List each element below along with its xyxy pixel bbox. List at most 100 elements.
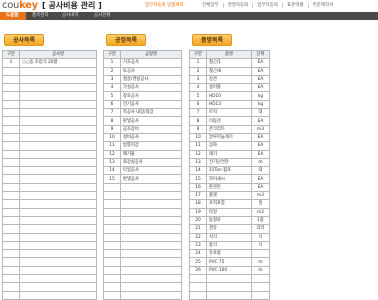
table-cell[interactable]: 앵커볼	[206, 83, 252, 93]
table-row[interactable]: 6 전기공사	[103, 99, 182, 110]
table-cell[interactable]	[2, 74, 20, 85]
table-cell[interactable]	[120, 282, 182, 292]
table-cell[interactable]	[19, 66, 97, 76]
table-cell[interactable]: 유포롱	[206, 249, 252, 259]
table-cell[interactable]	[120, 215, 182, 226]
table-cell[interactable]	[120, 182, 182, 193]
table-cell[interactable]: 1	[189, 58, 207, 68]
table-row[interactable]: 5 창호공사	[103, 91, 182, 101]
table-row[interactable]	[2, 157, 97, 168]
table-row[interactable]: 22 석식 식	[189, 232, 270, 242]
table-cell[interactable]: 25	[189, 257, 207, 267]
table-row[interactable]	[103, 265, 182, 276]
table-cell[interactable]: 동청로	[206, 215, 252, 226]
table-cell[interactable]	[19, 265, 97, 276]
table-cell[interactable]: PVC 75	[206, 257, 252, 267]
table-row[interactable]: 7 목공사 내장/외장	[103, 108, 182, 118]
table-cell[interactable]: 10	[103, 132, 121, 143]
table-cell[interactable]: 8	[103, 116, 121, 126]
table-cell[interactable]	[2, 141, 20, 151]
table-cell[interactable]: ○○동 조립식 20평	[19, 58, 97, 68]
table-cell[interactable]: m	[251, 257, 270, 267]
table-row[interactable]	[2, 66, 97, 76]
table-cell[interactable]	[19, 132, 97, 143]
table-cell[interactable]: 식	[251, 232, 270, 242]
table-cell[interactable]	[206, 290, 252, 300]
table-cell[interactable]	[120, 224, 182, 234]
table-cell[interactable]: 17	[189, 191, 207, 201]
table-row[interactable]: 23 중식 식	[189, 240, 270, 251]
table-row[interactable]: 13 전기난연관 m	[189, 157, 270, 168]
table-row[interactable]: 4 앵커볼 EA	[189, 83, 270, 93]
table-row[interactable]: 1 ○○동 조립식 20평	[2, 58, 97, 68]
table-row[interactable]	[2, 224, 97, 234]
table-cell[interactable]: 1종	[251, 215, 270, 226]
table-cell[interactable]: EA	[251, 174, 270, 184]
table-cell[interactable]	[19, 116, 97, 126]
table-row[interactable]: 13 화장실공사	[103, 157, 182, 168]
table-cell[interactable]: 4	[103, 83, 121, 93]
table-cell[interactable]: 12	[103, 149, 121, 159]
table-cell[interactable]: 5	[103, 91, 121, 101]
table-cell[interactable]: 전기난연관	[206, 157, 252, 168]
table-row[interactable]	[103, 224, 182, 234]
table-cell[interactable]	[2, 199, 20, 209]
table-row[interactable]: 5 HD10 kg	[189, 91, 270, 101]
top-menu-item[interactable]: 경영자동화	[222, 3, 253, 8]
table-cell[interactable]: 3	[103, 74, 121, 85]
table-cell[interactable]	[19, 83, 97, 93]
table-cell[interactable]: 15	[189, 174, 207, 184]
table-cell[interactable]	[2, 257, 20, 267]
table-cell[interactable]: 21	[189, 224, 207, 234]
table-cell[interactable]: 폐기물	[120, 149, 182, 159]
table-row[interactable]	[2, 91, 97, 101]
table-cell[interactable]	[2, 116, 20, 126]
table-cell[interactable]: 대	[251, 108, 270, 118]
table-cell[interactable]: 1	[2, 58, 20, 68]
table-cell[interactable]: 경유	[206, 224, 252, 234]
table-row[interactable]: 2 철근/8 EA	[189, 66, 270, 76]
table-row[interactable]	[103, 182, 182, 193]
table-cell[interactable]	[2, 232, 20, 242]
table-cell[interactable]	[189, 273, 207, 284]
table-cell[interactable]: 가설공사	[120, 83, 182, 93]
table-cell[interactable]: 7	[189, 108, 207, 118]
table-cell[interactable]: 설비공사	[120, 132, 182, 143]
table-cell[interactable]	[251, 282, 270, 292]
table-cell[interactable]: 철근/1	[206, 58, 252, 68]
table-cell[interactable]	[2, 157, 20, 168]
table-cell[interactable]	[189, 282, 207, 292]
table-cell[interactable]	[120, 199, 182, 209]
table-cell[interactable]	[2, 91, 20, 101]
table-cell[interactable]: 알루미늄게기	[206, 132, 252, 143]
table-cell[interactable]	[19, 290, 97, 300]
table-row[interactable]: 24 유포롱	[189, 249, 270, 259]
table-cell[interactable]	[2, 99, 20, 110]
table-cell[interactable]: m2	[251, 207, 270, 217]
table-cell[interactable]: 레기	[206, 149, 252, 159]
table-row[interactable]: 20 동청로 1종	[189, 215, 270, 226]
table-row[interactable]	[103, 199, 182, 209]
table-cell[interactable]: 판넬공사	[120, 116, 182, 126]
table-cell[interactable]	[251, 273, 270, 284]
table-cell[interactable]: EA	[251, 182, 270, 193]
table-cell[interactable]	[2, 265, 20, 276]
table-cell[interactable]: 목공사 내장/외장	[120, 108, 182, 118]
table-cell[interactable]: 14	[189, 166, 207, 176]
table-row[interactable]: 3 강관 EA	[189, 74, 270, 85]
table-cell[interactable]	[2, 108, 20, 118]
top-menu-item[interactable]: 전체업무	[198, 3, 223, 8]
table-cell[interactable]	[19, 182, 97, 193]
table-cell[interactable]: EA	[251, 83, 270, 93]
table-row[interactable]: 8 이동관 EA	[189, 116, 270, 126]
table-cell[interactable]: 23	[189, 240, 207, 251]
table-row[interactable]	[189, 282, 270, 292]
table-cell[interactable]	[19, 74, 97, 85]
table-row[interactable]: 12 폐기물	[103, 149, 182, 159]
table-row[interactable]: 19 타일 m2	[189, 207, 270, 217]
table-cell[interactable]	[2, 207, 20, 217]
tab-construction-details[interactable]: 공사내역	[56, 12, 88, 20]
table-cell[interactable]: 판관문	[206, 182, 252, 193]
table-cell[interactable]	[19, 215, 97, 226]
table-row[interactable]	[2, 166, 97, 176]
